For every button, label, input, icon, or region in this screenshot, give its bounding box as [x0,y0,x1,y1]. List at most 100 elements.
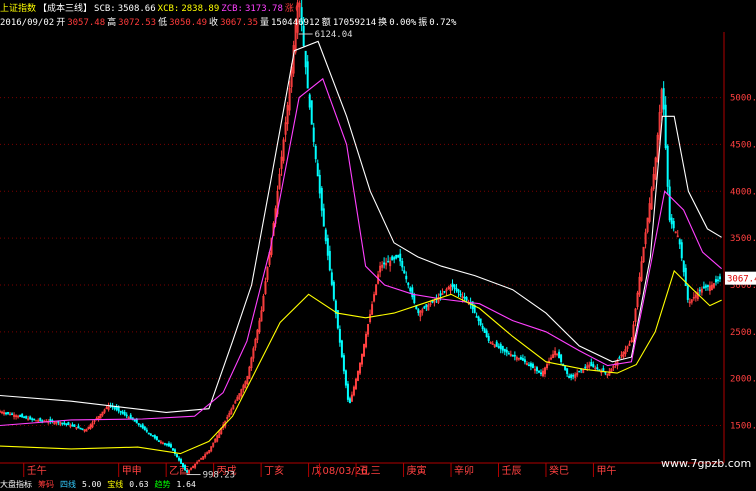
candle-body-3 [5,412,8,415]
x-tick-label-9: 辛卯 [454,464,474,477]
annotation-label-0: 6124.04 [315,30,353,40]
low-value: 3050.49 [169,18,208,28]
header-row-1: 上证指数 【成本三线】 SCB: 3508.66 XCB: 2838.89 ZCB: 3173… [0,3,301,15]
x-tick-label-6: 08/03/26,三 [323,466,381,477]
candle-body-16 [31,418,34,420]
candle-body-59 [117,407,120,412]
candle-body-338 [678,239,681,245]
candle-body-61 [121,411,124,414]
candle-body-76 [151,435,154,437]
candle-body-261 [523,359,526,363]
candle-body-172 [344,370,347,386]
candle-body-60 [119,410,122,413]
candle-body-332 [666,145,669,187]
candle-body-91 [182,462,185,468]
candle-body-70 [139,425,142,428]
candle-body-174 [348,398,351,404]
candle-body-90 [180,459,183,464]
candle-body-197 [395,254,398,259]
candle-body-267 [535,367,538,372]
candle-body-333 [668,186,671,221]
extra-label: 涨( [284,4,300,14]
candle-body-227 [455,288,458,291]
candle-body-165 [330,272,333,285]
open-label: 开 [56,18,66,28]
candle-body-247 [495,341,498,347]
candle-body-89 [177,457,180,461]
xcb-label: XCB: [157,4,180,14]
candle-body-162 [324,229,327,242]
candle-body-204 [409,287,412,292]
candle-body-229 [459,293,462,296]
price-chart[interactable]: 1500.02000.02500.03000.03500.04000.04500… [0,0,756,487]
candle-body-278 [558,351,561,359]
candle-body-199 [399,253,402,262]
candle-body-58 [115,406,118,410]
candle-body-228 [457,289,460,293]
candle-body-195 [391,256,394,261]
candle-body-193 [387,260,390,263]
candle-body-18 [35,419,38,422]
candle-body-352 [706,285,709,287]
candle-body-253 [507,352,510,355]
candle-body-157 [314,145,317,160]
candle-body-39 [77,425,80,429]
candle-body-350 [702,286,705,289]
candle-body-255 [511,354,514,357]
candle-body-250 [501,345,504,351]
header-row-2: 2016/09/02 开 3057.48 高 3072.53 低 3050.49 收 3067.… [0,17,458,29]
candle-body-155 [310,100,313,125]
candle-body-334 [670,217,673,225]
xcb-value: 2838.89 [181,4,220,14]
candle-body-285 [572,374,575,377]
candle-body-17 [33,418,36,421]
candle-body-84 [167,443,170,447]
candle-body-264 [529,363,532,367]
candle-body-15 [29,416,32,420]
candle-body-79 [157,440,160,443]
candle-body-191 [383,262,386,265]
candle-body-308 [618,357,621,359]
watermark-text: www.7gpzb.com [661,457,752,470]
candle-body-205 [411,287,414,298]
candle-body-231 [463,296,466,299]
candle-body-171 [342,355,345,372]
candle-body-82 [163,443,166,445]
bottom-legend: 大盘指标 筹码 四线 5.00 宝线 0.63 趋势 1.64 [0,479,202,490]
y-tick-label-4: 3500.0 [730,234,756,244]
candle-body-252 [505,349,508,353]
chart-stage[interactable]: 1500.02000.02500.03000.03500.04000.04500… [0,0,756,487]
candle-body-73 [145,429,148,432]
candle-body-34 [67,422,70,426]
legend-item-5: 0.63 [129,480,149,489]
candle-body-242 [485,330,488,337]
candle-body-265 [531,363,534,369]
candle-body-288 [578,370,581,373]
candle-body-69 [137,423,140,426]
legend-item-0: 大盘指标 [0,480,32,489]
candle-body-356 [714,279,717,283]
candle-body-20 [39,418,42,421]
scb-value: 3508.66 [117,4,156,14]
legend-item-4: 宝线 [107,480,124,489]
legend-item-6: 趋势 [154,480,171,489]
candle-body-33 [65,423,68,425]
candle-body-225 [451,283,454,287]
candle-body-237 [475,316,478,318]
candle-body-72 [143,426,146,431]
candle-body-62 [123,411,126,415]
candle-body-331 [664,104,667,149]
candle-body-166 [332,281,335,300]
x-tick-label-8: 庚寅 [407,464,427,477]
candle-body-32 [63,422,66,425]
x-tick-label-1: 甲申 [122,464,142,477]
candle-body-291 [584,366,587,369]
candle-body-93 [186,470,189,473]
high-value: 3072.53 [118,18,157,28]
candle-body-161 [322,208,325,227]
x-tick-label-12: 甲午 [596,464,616,477]
candle-body-279 [560,354,563,362]
candle-body-294 [590,362,593,367]
candle-body-160 [320,188,323,211]
candle-body-282 [566,368,569,374]
